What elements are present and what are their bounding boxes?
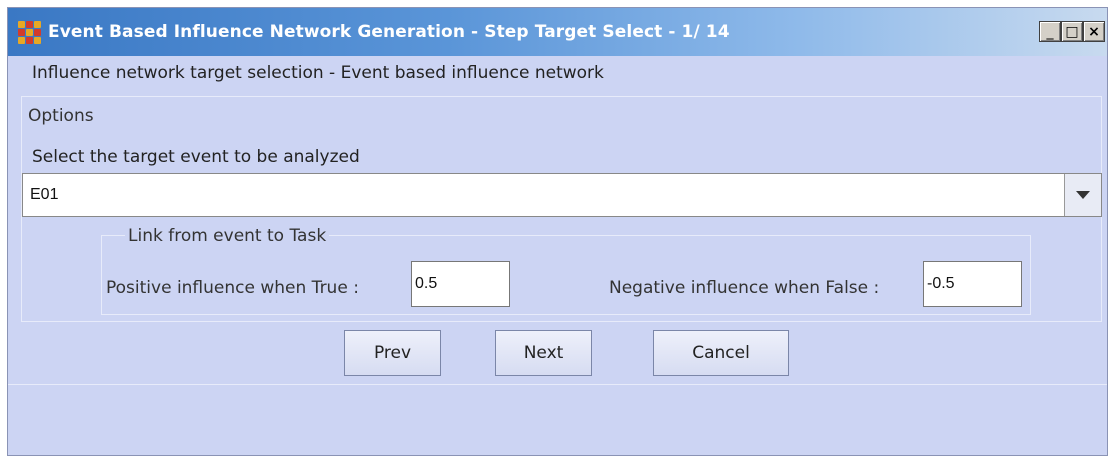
negative-influence-label: Negative influence when False :	[609, 278, 880, 298]
next-button[interactable]: Next	[495, 330, 592, 376]
cancel-button[interactable]: Cancel	[653, 330, 789, 376]
chevron-down-icon	[1076, 191, 1090, 199]
app-icon	[18, 21, 41, 44]
positive-influence-label: Positive influence when True :	[106, 278, 359, 298]
wizard-window: Event Based Influence Network Generation…	[7, 7, 1108, 456]
minimize-button[interactable]: _	[1039, 21, 1061, 42]
link-group	[101, 235, 1031, 315]
positive-influence-input[interactable]: 0.5	[411, 261, 510, 307]
target-event-dropdown[interactable]: E01	[22, 173, 1102, 217]
target-event-label: Select the target event to be analyzed	[32, 147, 360, 167]
options-group-label: Options	[28, 106, 94, 126]
prev-button[interactable]: Prev	[344, 330, 441, 376]
dropdown-toggle[interactable]	[1064, 174, 1101, 216]
negative-influence-input[interactable]: -0.5	[923, 261, 1022, 307]
window-title: Event Based Influence Network Generation…	[48, 22, 730, 42]
wizard-subtitle: Influence network target selection - Eve…	[32, 63, 604, 83]
close-button[interactable]: ×	[1083, 21, 1105, 42]
title-bar[interactable]: Event Based Influence Network Generation…	[8, 8, 1107, 56]
link-group-label: Link from event to Task	[125, 226, 330, 246]
maximize-button[interactable]: □	[1061, 21, 1083, 42]
selected-event-value: E01	[30, 186, 59, 203]
divider	[8, 384, 1107, 385]
